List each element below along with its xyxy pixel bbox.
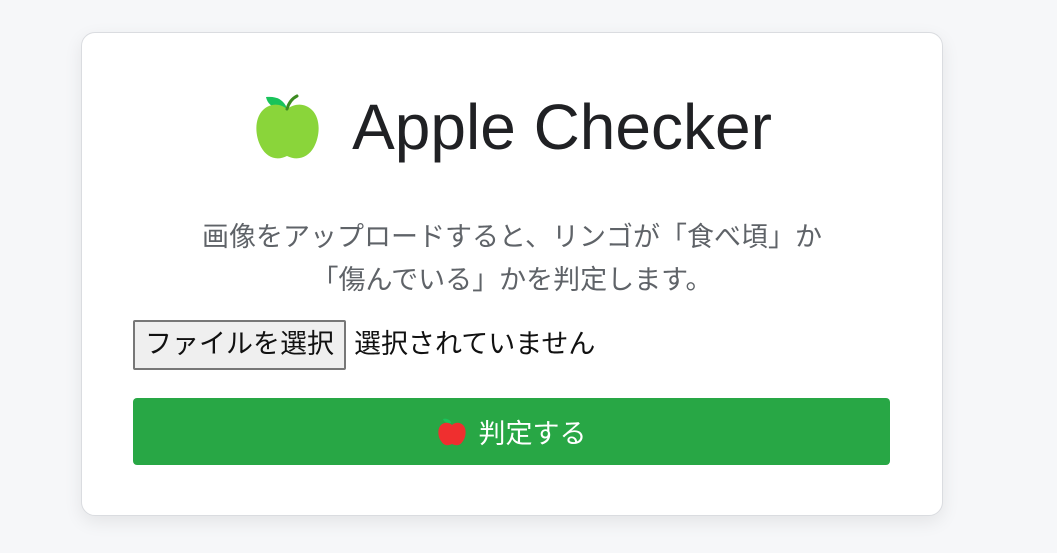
description-line-1: 画像をアップロードすると、リンゴが「食べ頃」か (202, 222, 822, 253)
page-title: Apple Checker (352, 91, 772, 163)
judge-button[interactable]: 判定する (133, 398, 890, 465)
file-upload-row: ファイルを選択 選択されていません (133, 319, 595, 371)
green-apple-icon (256, 94, 319, 159)
description: 画像をアップロードすると、リンゴが「食べ頃」か 「傷んでいる」かを判定します。 (122, 216, 902, 302)
judge-button-label: 判定する (478, 419, 587, 450)
red-apple-icon (437, 418, 466, 445)
choose-file-button[interactable]: ファイルを選択 (133, 320, 346, 370)
file-selection-status: 選択されていません (354, 329, 596, 360)
description-line-2: 「傷んでいる」かを判定します。 (311, 265, 713, 296)
apple-checker-card: Apple Checker 画像をアップロードすると、リンゴが「食べ頃」か 「傷… (81, 32, 943, 516)
page-header: Apple Checker (82, 87, 942, 167)
